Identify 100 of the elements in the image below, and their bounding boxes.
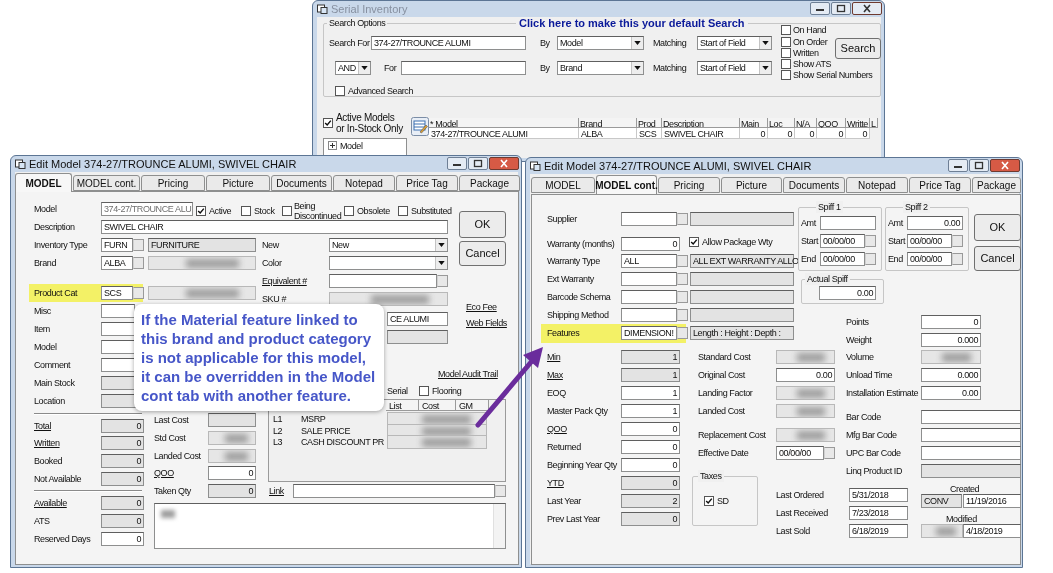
input-field[interactable]: 1 <box>621 404 680 418</box>
input-field[interactable]: 0 <box>621 237 680 251</box>
tab[interactable]: MODEL <box>531 177 595 193</box>
input-field[interactable]: DIMENSION! <box>621 326 677 340</box>
checkbox[interactable] <box>398 206 408 216</box>
input-field[interactable] <box>101 304 135 318</box>
checkbox[interactable] <box>419 386 429 396</box>
input-field[interactable] <box>101 322 135 336</box>
input-field[interactable]: 00/00/00 <box>776 446 824 460</box>
maximize-button[interactable] <box>831 2 851 15</box>
input-field[interactable]: 00/00/00 <box>907 252 952 266</box>
checkbox[interactable] <box>781 25 791 35</box>
close-button[interactable] <box>990 159 1020 172</box>
close-button[interactable] <box>852 2 882 15</box>
checkbox[interactable] <box>781 70 791 80</box>
field-link[interactable]: Available <box>34 497 67 509</box>
field-link[interactable]: QOO <box>547 423 567 435</box>
dropdown[interactable]: Start of Field <box>697 36 772 50</box>
tab[interactable]: MODEL <box>15 173 72 192</box>
field-link[interactable]: Written <box>34 437 60 449</box>
input-field[interactable]: SWIVEL CHAIR <box>101 220 448 234</box>
input-field[interactable]: 0.000 <box>921 368 981 382</box>
input-field[interactable] <box>101 340 135 354</box>
checkbox[interactable] <box>689 237 699 247</box>
search-button[interactable]: Search <box>835 38 881 59</box>
grid-edit-icon[interactable] <box>411 117 429 136</box>
minimize-button[interactable] <box>447 157 467 170</box>
close-button[interactable] <box>489 157 519 170</box>
checkbox[interactable] <box>282 206 292 216</box>
column-header[interactable]: GM <box>456 400 489 411</box>
field-link[interactable]: Min <box>547 351 561 363</box>
tab[interactable]: Notepad <box>846 177 908 193</box>
dropdown[interactable]: Model <box>557 36 644 50</box>
input-field[interactable] <box>621 272 677 286</box>
tab[interactable]: MODEL cont. <box>73 175 140 191</box>
tab[interactable]: Picture <box>206 175 270 191</box>
input-field[interactable]: 7/23/2018 <box>849 506 908 520</box>
notes-field[interactable] <box>154 503 506 549</box>
field-link[interactable]: Eco Fee <box>466 301 497 313</box>
input-field[interactable]: 5/31/2018 <box>849 488 908 502</box>
tab[interactable]: Package <box>459 175 520 191</box>
input-field[interactable]: SCS <box>101 286 133 300</box>
input-field[interactable]: 00/00/00 <box>820 252 865 266</box>
default-search-link[interactable]: Click here to make this your default Search <box>516 17 748 30</box>
input-field[interactable]: 0 <box>621 422 680 436</box>
input-field[interactable]: 0 <box>208 466 256 480</box>
input-field[interactable]: FURN <box>101 238 133 252</box>
input-field[interactable]: 1 <box>621 386 680 400</box>
column-header[interactable]: L <box>870 118 878 128</box>
tab[interactable]: Pricing <box>141 175 205 191</box>
field-link[interactable]: Max <box>547 369 563 381</box>
input-field[interactable]: 0 <box>621 440 680 454</box>
column-header[interactable]: * Model <box>429 118 579 128</box>
tab[interactable]: Documents <box>271 175 332 191</box>
input-field[interactable]: 11/19/2016 <box>963 494 1021 508</box>
input-field[interactable]: 0 <box>621 458 680 472</box>
input-field[interactable]: ALBA <box>101 256 133 270</box>
tab[interactable]: MODEL cont. <box>596 175 657 194</box>
input-field[interactable] <box>401 61 526 75</box>
maximize-button[interactable] <box>468 157 488 170</box>
checkbox[interactable] <box>335 86 345 96</box>
input-field[interactable] <box>293 484 495 498</box>
checkbox[interactable] <box>241 206 251 216</box>
checkbox[interactable] <box>781 59 791 69</box>
dropdown[interactable]: Brand <box>557 61 644 75</box>
expand-icon[interactable] <box>328 141 337 150</box>
maximize-button[interactable] <box>969 159 989 172</box>
column-header[interactable]: Cost <box>419 400 456 411</box>
input-field[interactable] <box>921 446 1021 460</box>
input-field[interactable] <box>921 410 1021 424</box>
tab[interactable]: Notepad <box>333 175 395 191</box>
tab[interactable]: Price Tag <box>909 177 971 193</box>
field-link[interactable]: Web Fields <box>466 317 507 329</box>
cancel-button[interactable]: Cancel <box>974 246 1021 271</box>
input-field[interactable]: CE ALUMI <box>387 312 448 326</box>
input-field[interactable]: 4/18/2019 <box>963 524 1021 538</box>
field-link[interactable]: YTD <box>547 477 564 489</box>
audit-trail-link[interactable]: Model Audit Trail <box>438 368 498 380</box>
input-field[interactable] <box>621 212 677 226</box>
dropdown[interactable] <box>329 256 448 270</box>
input-field[interactable]: 374-27/TROUNCE ALU <box>101 202 193 216</box>
dropdown[interactable]: New <box>329 238 448 252</box>
ok-button[interactable]: OK <box>459 211 506 238</box>
input-field[interactable]: 00/00/00 <box>907 234 952 248</box>
checkbox[interactable] <box>196 206 206 216</box>
field-link[interactable]: Equivalent # <box>262 275 307 287</box>
checkbox[interactable] <box>781 48 791 58</box>
field-link[interactable]: QOO <box>154 467 174 479</box>
input-field[interactable]: 0.00 <box>819 286 876 300</box>
dropdown[interactable]: AND <box>335 61 371 75</box>
checkbox[interactable] <box>323 118 333 128</box>
checkbox[interactable] <box>781 37 791 47</box>
input-field[interactable] <box>820 216 876 230</box>
input-field[interactable]: 6/18/2019 <box>849 524 908 538</box>
input-field[interactable]: 0.00 <box>907 216 963 230</box>
cancel-button[interactable]: Cancel <box>459 241 506 266</box>
tab[interactable]: Package <box>972 177 1021 193</box>
input-field[interactable] <box>101 358 135 372</box>
input-field[interactable]: 0 <box>101 532 144 546</box>
tab[interactable]: Picture <box>721 177 782 193</box>
